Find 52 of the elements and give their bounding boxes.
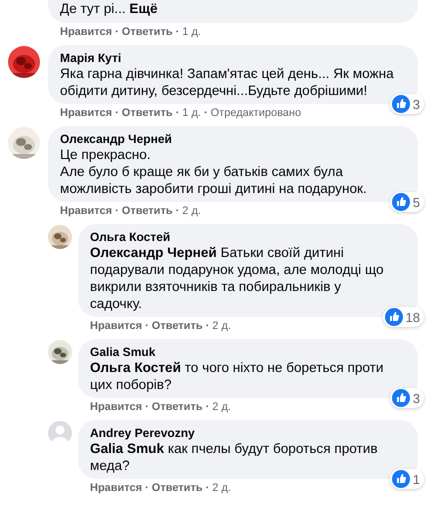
author-name[interactable]: Марія Куті [60, 51, 122, 65]
separator-dot: · [206, 481, 210, 495]
thumbs-up-icon [392, 389, 410, 407]
reaction-count[interactable]: 5 [390, 192, 424, 212]
action-link[interactable]: Ответить [122, 106, 173, 120]
separator-dot: · [176, 106, 180, 120]
thumbs-up-icon [392, 470, 410, 488]
author-name[interactable]: Ольга Костей [90, 230, 170, 244]
comment-text: Galia Smuk как пчелы будут бороться против меда? [90, 440, 379, 474]
separator-dot: · [176, 25, 180, 39]
comment-text: Ольга Костей то чого ніхто не бореться проти цих поборів? [90, 359, 384, 393]
thumbs-up-icon [392, 95, 410, 113]
reaction-count[interactable]: 18 [382, 307, 424, 327]
comment-text: Де тут рі... Ещё [60, 0, 159, 17]
comment-text: Це прекрасно. Але було б краще як би у батьків самих була можливість заробити гроші дитині на подарунок. [60, 146, 368, 197]
author-name[interactable]: Олександр Черней [60, 132, 172, 146]
reaction-count[interactable]: 3 [390, 94, 424, 114]
action-link[interactable]: Ответить [152, 400, 203, 414]
comment-text: Олександр Черней Батьки своїй дитині подарували подарунок удома, але молодці що викрили взяточників та побиральників у садочку. [90, 244, 385, 312]
action-link[interactable]: Ответить [122, 25, 173, 39]
timestamp[interactable]: 1 д. [182, 25, 201, 39]
action-link[interactable]: Нравится [90, 400, 142, 414]
timestamp[interactable]: 2 д. [212, 481, 231, 495]
separator-dot: · [176, 204, 180, 218]
separator-dot: · [145, 400, 149, 414]
separator-dot: · [115, 106, 119, 120]
separator-dot: · [145, 319, 149, 333]
action-link[interactable]: Ответить [122, 204, 173, 218]
action-link[interactable]: Ответить [152, 481, 203, 495]
reaction-count[interactable]: 3 [390, 388, 424, 408]
separator-dot: · [206, 319, 210, 333]
author-name[interactable]: Galia Smuk [90, 345, 156, 359]
edited-label: Отредактировано [210, 106, 302, 120]
separator-dot: · [206, 400, 210, 414]
timestamp[interactable]: 1 д. [182, 106, 201, 120]
reaction-count[interactable]: 1 [390, 469, 424, 489]
timestamp[interactable]: 2 д. [212, 319, 231, 333]
separator-dot: · [115, 25, 119, 39]
separator-dot: · [145, 481, 149, 495]
timestamp[interactable]: 2 д. [182, 204, 201, 218]
timestamp[interactable]: 2 д. [212, 400, 231, 414]
action-link[interactable]: Нравится [90, 319, 142, 333]
action-link[interactable]: Нравится [90, 481, 142, 495]
separator-dot: · [204, 106, 208, 120]
action-link[interactable]: Нравится [60, 25, 112, 39]
separator-dot: · [115, 204, 119, 218]
action-link[interactable]: Ответить [152, 319, 203, 333]
action-link[interactable]: Нравится [60, 204, 112, 218]
thumbs-up-icon [384, 308, 403, 326]
author-name[interactable]: Andrey Perevozny [90, 426, 195, 440]
action-link[interactable]: Нравится [60, 106, 112, 120]
thumbs-up-icon [392, 193, 410, 211]
